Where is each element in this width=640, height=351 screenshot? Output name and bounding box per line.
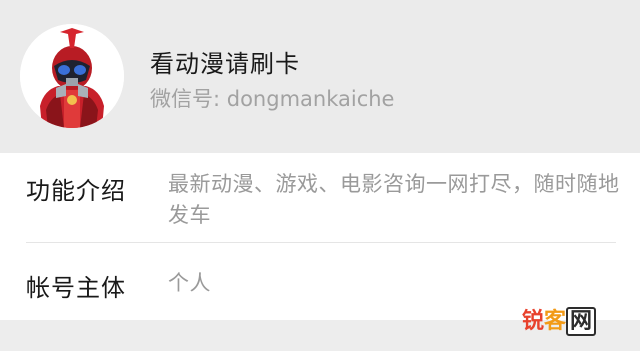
account-entity-value: 个人: [168, 271, 211, 295]
watermark-char-3: 网: [565, 307, 596, 336]
function-intro-value: 最新动漫、游戏、电影咨询一网打尽，随时随地发车: [168, 172, 620, 227]
profile-header: 看动漫请刷卡 微信号: dongmankaiche: [0, 0, 640, 153]
watermark-char-2: 客: [543, 309, 566, 334]
avatar[interactable]: [20, 24, 124, 128]
account-entity-label: 帐号主体: [26, 274, 126, 302]
account-name: 看动漫请刷卡: [150, 50, 300, 78]
watermark-logo: 锐客网: [522, 307, 596, 337]
wechat-id: 微信号: dongmankaiche: [150, 87, 395, 111]
watermark-char-1: 锐: [521, 309, 544, 334]
avatar-image: [20, 24, 124, 128]
function-intro-label: 功能介绍: [26, 177, 126, 205]
account-info-card: 功能介绍 最新动漫、游戏、电影咨询一网打尽，随时随地发车 帐号主体 个人: [0, 153, 640, 320]
divider: [26, 242, 616, 243]
